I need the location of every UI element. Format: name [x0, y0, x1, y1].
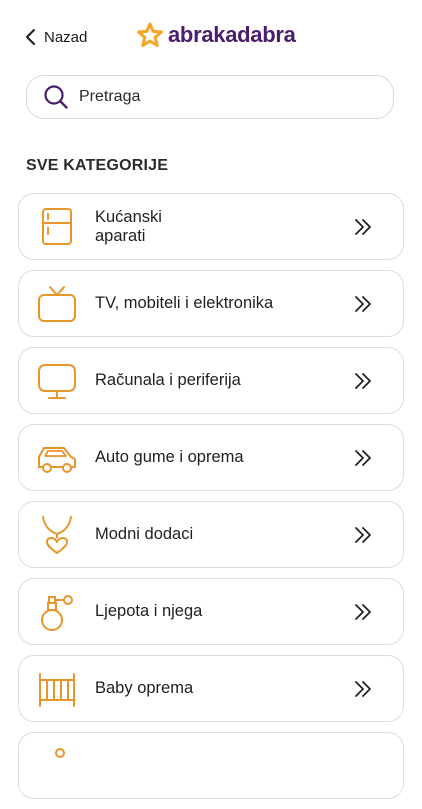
search-bar[interactable]: [26, 75, 394, 119]
perfume-icon: [35, 590, 79, 634]
chevrons-right-icon: [355, 372, 371, 389]
chevrons-right-icon: [355, 680, 371, 697]
monitor-icon: [35, 359, 79, 403]
category-item-modni-dodaci[interactable]: Modni dodaci: [18, 501, 404, 568]
category-item-auto-gume[interactable]: Auto gume i oprema: [18, 424, 404, 491]
category-item-partial[interactable]: [18, 732, 404, 799]
category-label: Modni dodaci: [95, 525, 194, 543]
category-item-tv-mobiteli[interactable]: TV, mobiteli i elektronika: [18, 270, 404, 337]
category-item-ljepota[interactable]: Ljepota i njega: [18, 578, 404, 645]
chevrons-right-icon: [355, 218, 371, 235]
section-title: SVE KATEGORIJE: [26, 157, 169, 174]
tv-icon: [35, 282, 79, 326]
category-label: Kućanski aparati: [95, 207, 162, 245]
star-icon: [137, 22, 163, 47]
header: Nazad abrakadabra: [0, 0, 422, 72]
category-label: Ljepota i njega: [95, 602, 203, 620]
category-icon: [35, 744, 79, 788]
search-icon: [44, 85, 68, 109]
logo: abrakadabra: [136, 22, 296, 48]
category-list: Kućanski aparati TV, mobiteli i elektron…: [18, 193, 404, 809]
search-input[interactable]: [79, 88, 349, 106]
chevrons-right-icon: [355, 526, 371, 543]
category-item-kucanski-aparati[interactable]: Kućanski aparati: [18, 193, 404, 260]
car-icon: [35, 436, 79, 480]
necklace-icon: [35, 513, 79, 557]
category-label: Auto gume i oprema: [95, 448, 244, 466]
chevrons-right-icon: [355, 295, 371, 312]
crib-icon: [35, 667, 79, 711]
category-item-racunala[interactable]: Računala i periferija: [18, 347, 404, 414]
category-label: Baby oprema: [95, 679, 194, 697]
logo-text: abrakadabra: [168, 22, 296, 47]
category-label: Računala i periferija: [95, 371, 241, 389]
chevrons-right-icon: [355, 449, 371, 466]
chevrons-right-icon: [355, 603, 371, 620]
chevron-left-icon: [26, 29, 35, 45]
category-label: TV, mobiteli i elektronika: [95, 294, 274, 312]
category-item-baby-oprema[interactable]: Baby oprema: [18, 655, 404, 722]
fridge-icon: [35, 205, 79, 249]
back-button[interactable]: Nazad: [24, 24, 87, 50]
back-label: Nazad: [44, 28, 88, 46]
